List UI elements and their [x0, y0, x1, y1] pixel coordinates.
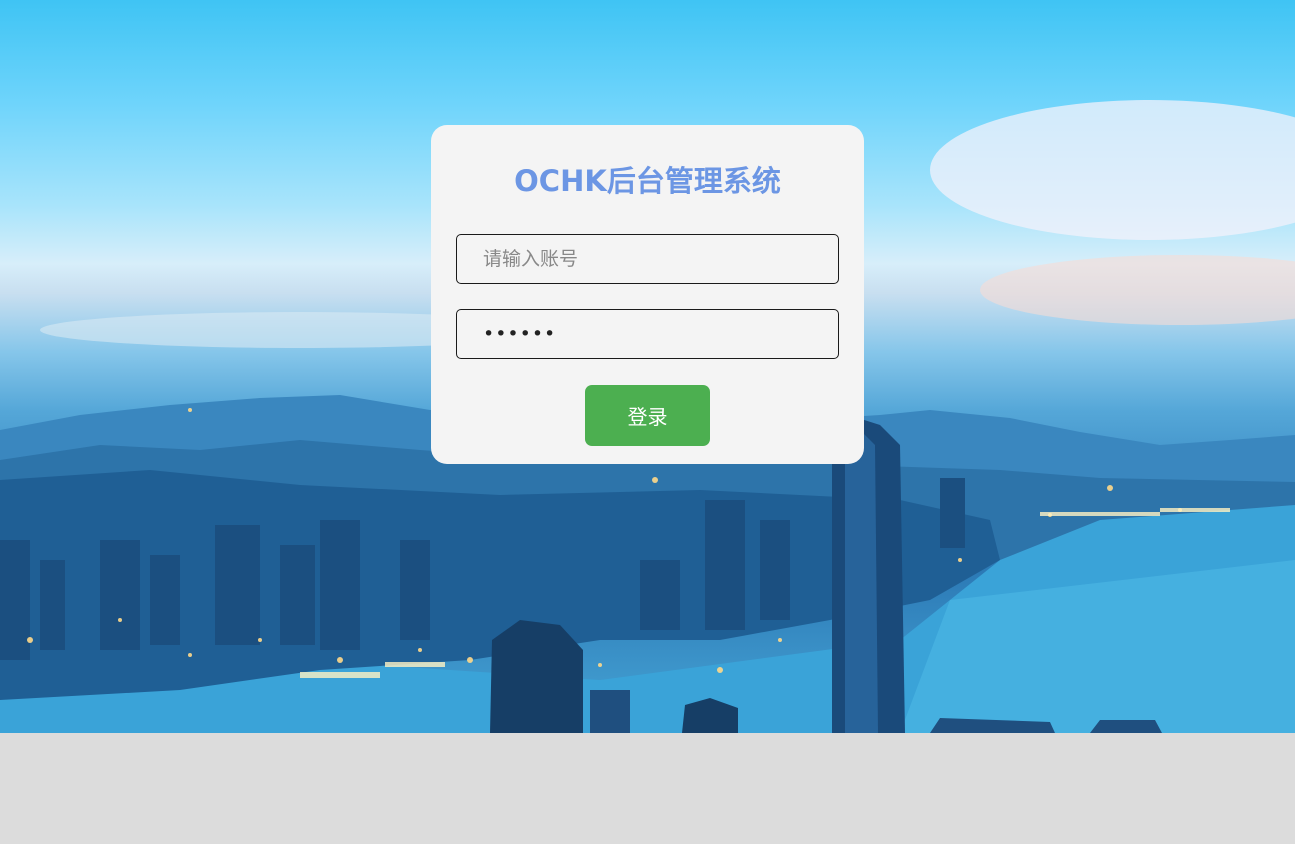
page-footer-area	[0, 733, 1295, 844]
login-title: OCHK后台管理系统	[514, 164, 781, 198]
username-input[interactable]	[456, 234, 839, 284]
login-button[interactable]: 登录	[585, 385, 710, 446]
password-input[interactable]	[456, 309, 839, 359]
